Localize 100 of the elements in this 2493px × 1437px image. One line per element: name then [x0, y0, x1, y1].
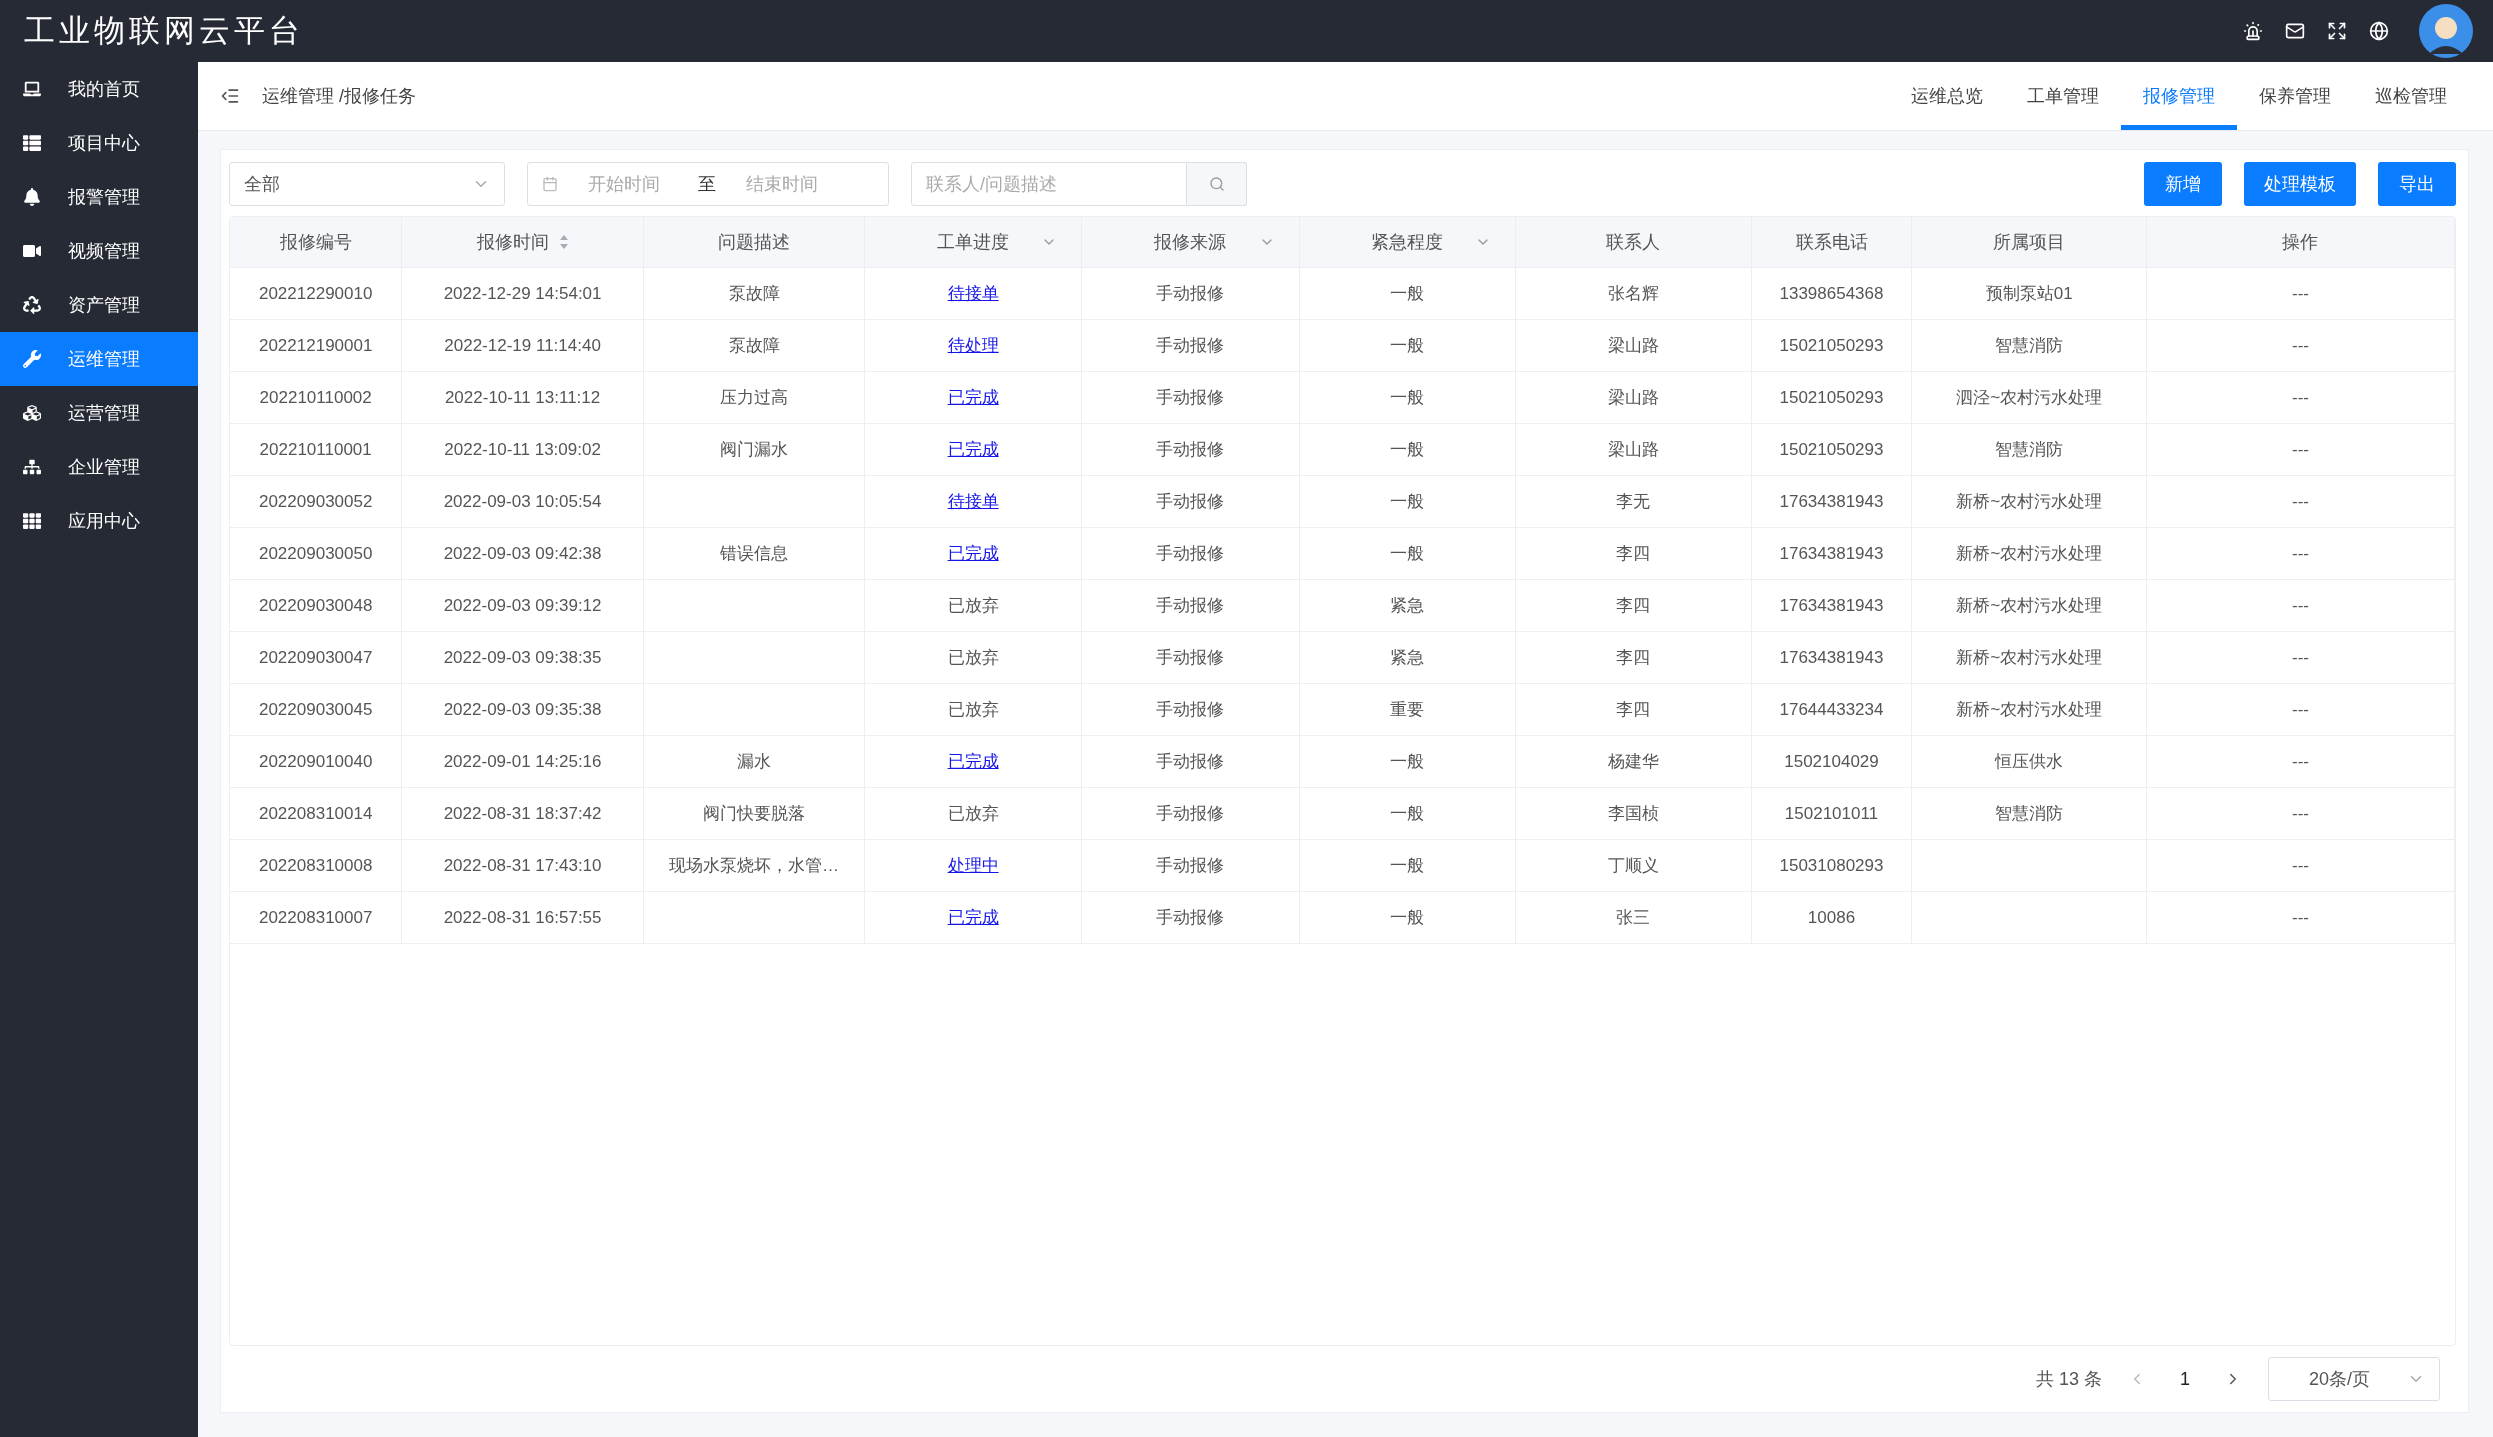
table-cell: 手动报修 [1156, 440, 1225, 459]
table-cell: 15021050293 [1779, 335, 1884, 355]
table-cell: 智慧消防 [1995, 336, 2064, 355]
breadcrumb: 运维管理 /报修任务 [262, 85, 417, 108]
mail-icon[interactable] [2285, 21, 2305, 41]
progress-link[interactable]: 已完成 [947, 908, 999, 927]
list-icon [22, 134, 42, 152]
date-range-field[interactable]: 开始时间 至 结束时间 [527, 162, 889, 206]
table-cell: 张三 [1616, 908, 1651, 927]
table-cell: --- [2291, 543, 2309, 563]
progress-link[interactable]: 已完成 [947, 544, 999, 563]
table-cell: 1502104029 [1784, 751, 1879, 771]
cubes-icon [22, 404, 42, 422]
table-cell: 一般 [1390, 856, 1425, 875]
table-cell: 2022-09-01 14:25:16 [443, 751, 602, 771]
video-camera-icon [22, 242, 42, 260]
fullscreen-icon[interactable] [2327, 21, 2347, 41]
table-cell: 手动报修 [1156, 492, 1225, 511]
grid-icon [22, 512, 42, 530]
table-cell: 15021050293 [1779, 439, 1884, 459]
progress-link[interactable]: 已完成 [947, 388, 999, 407]
sidebar-item[interactable]: 报警管理 [0, 170, 198, 224]
sidebar-item[interactable]: 项目中心 [0, 116, 198, 170]
table-cell: 一般 [1390, 440, 1425, 459]
table-cell: 阀门快要脱落 [703, 804, 806, 823]
table-cell: 一般 [1390, 284, 1425, 303]
table-cell: 手动报修 [1156, 596, 1225, 615]
page-size-select[interactable]: 20条/页 [2268, 1357, 2440, 1401]
table-cell: 错误信息 [720, 544, 789, 563]
sidebar-item[interactable]: 应用中心 [0, 494, 198, 548]
table-cell: 梁山路 [1607, 388, 1659, 407]
table-cell: 梁山路 [1607, 336, 1659, 355]
sidebar-item[interactable]: 运维管理 [0, 332, 198, 386]
table-cell: --- [2291, 855, 2309, 875]
total-count: 共 13 条 [2035, 1368, 2102, 1391]
table-cell: 杨建华 [1607, 752, 1659, 771]
table-cell: 202209010040 [258, 751, 373, 771]
tab[interactable]: 巡检管理 [2353, 62, 2469, 130]
page-number[interactable]: 1 [2172, 1368, 2198, 1390]
sidebar-item[interactable]: 资产管理 [0, 278, 198, 332]
table-cell: 智慧消防 [1995, 440, 2064, 459]
sidebar-item[interactable]: 视频管理 [0, 224, 198, 278]
table-cell: 1502101011 [1784, 803, 1879, 823]
bell-icon [22, 188, 42, 206]
table-cell: --- [2291, 439, 2309, 459]
table-cell: 手动报修 [1156, 336, 1225, 355]
app-title: 工业物联网云平台 [24, 11, 305, 50]
menu-icon[interactable] [220, 86, 240, 106]
table-cell: 2022-09-03 09:42:38 [443, 543, 602, 563]
search-field[interactable]: 联系人/问题描述 [911, 162, 1187, 206]
sidebar-item[interactable]: 我的首页 [0, 62, 198, 116]
table-cell: 2022-10-11 13:11:12 [444, 387, 601, 407]
sidebar-item-label: 运营管理 [68, 402, 140, 425]
table-cell: 一般 [1390, 804, 1425, 823]
progress-link[interactable]: 已完成 [947, 440, 999, 459]
table-cell: 202209030052 [258, 491, 373, 511]
tab[interactable]: 报修管理 [2121, 62, 2237, 130]
siren-icon[interactable] [2243, 21, 2263, 41]
table-cell: 2022-08-31 16:57:55 [443, 907, 602, 927]
table-cell: 202209030047 [258, 647, 373, 667]
sidebar-item-label: 企业管理 [68, 456, 140, 479]
table-cell: --- [2291, 491, 2309, 511]
export-button[interactable]: 导出 [2378, 162, 2456, 206]
globe-icon[interactable] [2369, 21, 2389, 41]
table-cell: 新桥~农村污水处理 [1956, 492, 2103, 511]
table-cell: 手动报修 [1156, 648, 1225, 667]
table-cell: 2022-12-19 11:14:40 [444, 335, 601, 355]
table-cell: 202210110001 [259, 439, 372, 459]
recycle-icon [22, 296, 42, 314]
table-cell: 李四 [1616, 544, 1651, 563]
status-select[interactable]: 全部 [229, 162, 505, 206]
add-button[interactable]: 新增 [2144, 162, 2222, 206]
table-cell: --- [2291, 907, 2309, 927]
table-cell: 15031080293 [1779, 855, 1884, 875]
table-cell: --- [2291, 595, 2309, 615]
tab[interactable]: 工单管理 [2005, 62, 2121, 130]
avatar[interactable] [2419, 4, 2473, 58]
search-icon [1208, 176, 1225, 192]
column-header-label: 工单进度 [937, 231, 1010, 254]
progress-link[interactable]: 待接单 [947, 492, 999, 511]
table-cell: 一般 [1390, 388, 1425, 407]
sidebar-item[interactable]: 企业管理 [0, 440, 198, 494]
tab[interactable]: 运维总览 [1889, 62, 2005, 130]
table-cell: 丁顺义 [1607, 856, 1659, 875]
progress-link[interactable]: 已完成 [947, 752, 999, 771]
tab[interactable]: 保养管理 [2237, 62, 2353, 130]
progress-text: 已放弃 [947, 700, 999, 719]
table-cell: 手动报修 [1156, 388, 1225, 407]
table-cell: 李四 [1616, 648, 1651, 667]
template-button[interactable]: 处理模板 [2244, 162, 2356, 206]
progress-link[interactable]: 处理中 [947, 856, 999, 875]
progress-link[interactable]: 待处理 [947, 336, 999, 355]
table-cell: 2022-09-03 09:38:35 [443, 647, 602, 667]
table-cell: 手动报修 [1156, 804, 1225, 823]
progress-link[interactable]: 待接单 [947, 284, 999, 303]
table-cell: 202208310014 [258, 803, 373, 823]
table-cell: 现场水泵烧坏，水管… [669, 856, 840, 875]
table-cell: 202209030048 [258, 595, 373, 615]
sidebar-item[interactable]: 运营管理 [0, 386, 198, 440]
table-cell: --- [2291, 751, 2309, 771]
